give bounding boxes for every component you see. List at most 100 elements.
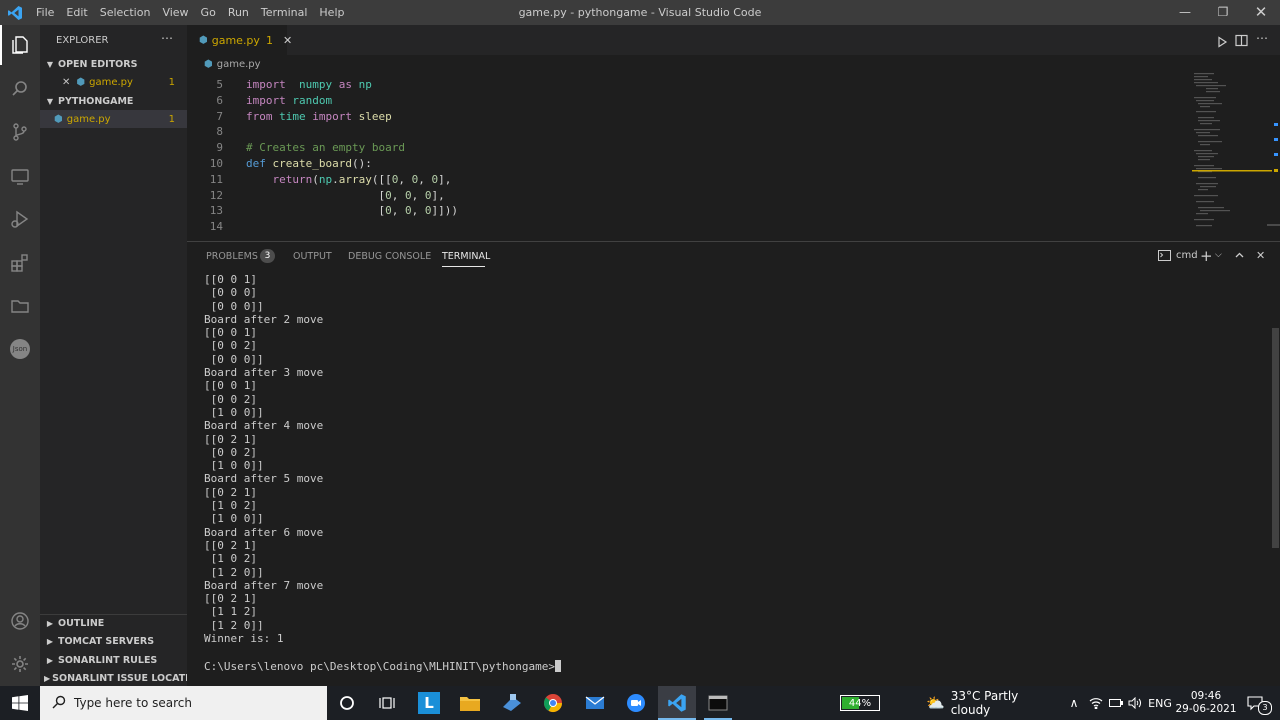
menu-run[interactable]: Run — [222, 0, 255, 25]
partly-cloudy-icon: ⛅ — [926, 694, 945, 712]
menu-view[interactable]: View — [156, 0, 194, 25]
code-line[interactable]: # Creates an empty board — [246, 141, 405, 154]
vscode-taskbar-icon[interactable] — [658, 686, 696, 720]
remote-explorer-icon[interactable] — [0, 156, 40, 196]
input-language[interactable]: ENG — [1148, 686, 1172, 720]
task-view-icon[interactable] — [369, 686, 405, 720]
line-number: 14 — [209, 220, 223, 234]
code-editor[interactable]: 5 import numpy as np 6 import random 7 from t… — [187, 73, 1280, 241]
menu-edit[interactable]: Edit — [60, 0, 93, 25]
windows-start-icon[interactable] — [0, 686, 40, 720]
battery-indicator[interactable]: 44% — [838, 686, 882, 720]
notification-center-icon[interactable]: 3 — [1240, 686, 1272, 720]
close-tab-icon[interactable]: ✕ — [283, 34, 292, 47]
terminal-name: cmd — [1176, 250, 1198, 261]
code-line[interactable]: import numpy as np — [246, 78, 372, 91]
run-file-icon[interactable] — [1216, 33, 1228, 52]
minimize-icon[interactable]: — — [1166, 0, 1204, 25]
menu-selection[interactable]: Selection — [94, 0, 157, 25]
code-line[interactable]: from time import sleep — [246, 110, 392, 123]
python-file-icon: ⬢ — [199, 34, 208, 46]
project-file-item[interactable]: ⬢ game.py 1 — [40, 110, 187, 128]
code-line[interactable]: [0, 0, 0], — [246, 189, 444, 202]
clock[interactable]: 09:46 29-06-2021 — [1174, 686, 1238, 720]
tab-problems[interactable]: PROBLEMS — [206, 251, 258, 262]
open-editor-filename: game.py — [89, 76, 133, 88]
open-editor-item[interactable]: ✕ ⬢ game.py 1 — [40, 73, 187, 91]
terminal-prompt[interactable]: C:\Users\lenovo pc\Desktop\Coding\MLHINI… — [204, 660, 561, 673]
menu-help[interactable]: Help — [313, 0, 350, 25]
chevron-down-icon[interactable]: ⌵ — [1215, 250, 1222, 260]
chevron-down-icon: ▼ — [46, 96, 54, 106]
account-icon[interactable] — [0, 601, 40, 641]
breadcrumb-file[interactable]: game.py — [217, 59, 261, 70]
run-debug-icon[interactable] — [0, 199, 40, 239]
terminal-output[interactable]: [[0 0 1] [0 0 0] [0 0 0]] Board after 2 … — [204, 273, 323, 645]
maximize-panel-icon[interactable] — [1234, 250, 1245, 264]
minimap[interactable] — [1192, 73, 1272, 241]
source-control-icon[interactable] — [0, 112, 40, 152]
outline-section[interactable]: ▶ OUTLINE — [40, 614, 187, 632]
outline-label: OUTLINE — [58, 617, 105, 629]
code-line[interactable]: [0, 0, 0]])) — [246, 204, 458, 217]
code-line[interactable]: def create_board(): — [246, 157, 372, 170]
tab-debug-console[interactable]: DEBUG CONSOLE — [348, 251, 431, 262]
editor-more-actions-icon[interactable]: ⋯ — [1256, 31, 1268, 45]
line-number: 7 — [216, 109, 223, 123]
terminal-scrollbar[interactable] — [1272, 328, 1279, 548]
l-app-icon[interactable]: L — [411, 686, 447, 720]
code-line[interactable]: import random — [246, 94, 332, 107]
file-explorer-icon[interactable] — [452, 686, 488, 720]
panel-tab-bar: PROBLEMS 3 OUTPUT DEBUG CONSOLE TERMINAL… — [187, 242, 1280, 272]
weather-text: 33°C Partly cloudy — [950, 689, 1019, 717]
sonarlint-rules-section[interactable]: ▶ SONARLINT RULES — [40, 651, 187, 669]
mail-icon[interactable] — [577, 686, 613, 720]
extensions-icon[interactable] — [0, 243, 40, 283]
settings-gear-icon[interactable] — [0, 644, 40, 684]
tab-problem-badge: 1 — [265, 33, 273, 47]
open-editors-section[interactable]: ▼ OPEN EDITORS — [40, 55, 187, 73]
project-section[interactable]: ▼ PYTHONGAME — [40, 92, 187, 110]
tab-terminal[interactable]: TERMINAL — [442, 251, 490, 262]
search-placeholder: Type here to search — [74, 696, 192, 710]
show-hidden-icons-icon[interactable]: ∧ — [1066, 686, 1082, 720]
editor-tab-bar: ⬢ game.py 1 ✕ ⋯ — [187, 25, 1280, 55]
new-terminal-icon[interactable]: + — [1200, 247, 1213, 265]
menu-terminal[interactable]: Terminal — [255, 0, 314, 25]
code-line[interactable]: return(np.array([[0, 0, 0], — [246, 173, 452, 186]
tab-output[interactable]: OUTPUT — [293, 251, 332, 262]
command-prompt-icon[interactable] — [700, 686, 736, 720]
split-editor-icon[interactable] — [1235, 32, 1248, 51]
notification-count: 3 — [1258, 701, 1272, 715]
menu-bar: File Edit Selection View Go Run Terminal… — [30, 0, 350, 25]
folder-icon[interactable] — [0, 286, 40, 326]
weather-widget[interactable]: ⛅ 33°C Partly cloudy — [926, 686, 1036, 720]
more-actions-icon[interactable]: ⋯ — [161, 31, 173, 45]
menu-file[interactable]: File — [30, 0, 60, 25]
taskbar-search-box[interactable]: Type here to search — [40, 686, 327, 720]
close-panel-icon[interactable]: ✕ — [1256, 249, 1265, 262]
terminal-selector[interactable]: cmd — [1158, 250, 1198, 261]
bottom-panel: PROBLEMS 3 OUTPUT DEBUG CONSOLE TERMINAL… — [187, 241, 1280, 687]
tomcat-servers-section[interactable]: ▶ TOMCAT SERVERS — [40, 632, 187, 650]
explorer-title: EXPLORER — [56, 34, 109, 46]
problem-badge: 1 — [168, 113, 175, 125]
chrome-icon[interactable] — [535, 686, 571, 720]
app-icon-blue[interactable] — [494, 686, 530, 720]
tab-game-py[interactable]: ⬢ game.py 1 ✕ — [187, 25, 292, 55]
maximize-icon[interactable]: ❐ — [1204, 0, 1242, 25]
project-filename: game.py — [66, 113, 111, 125]
explorer-icon[interactable] — [0, 25, 40, 65]
json-extension-icon[interactable]: Json — [0, 329, 40, 369]
zoom-icon[interactable] — [618, 686, 654, 720]
battery-icon[interactable] — [1107, 686, 1125, 720]
close-editor-icon[interactable]: ✕ — [62, 77, 70, 88]
menu-go[interactable]: Go — [195, 0, 222, 25]
cortana-icon[interactable] — [329, 686, 365, 720]
close-icon[interactable]: ✕ — [1242, 0, 1280, 25]
line-number: 8 — [216, 125, 223, 139]
sonarlint-issue-section[interactable]: ▶ SONARLINT ISSUE LOCATIO... — [40, 669, 187, 687]
volume-icon[interactable] — [1126, 686, 1144, 720]
wifi-icon[interactable] — [1087, 686, 1105, 720]
search-icon[interactable] — [0, 69, 40, 109]
